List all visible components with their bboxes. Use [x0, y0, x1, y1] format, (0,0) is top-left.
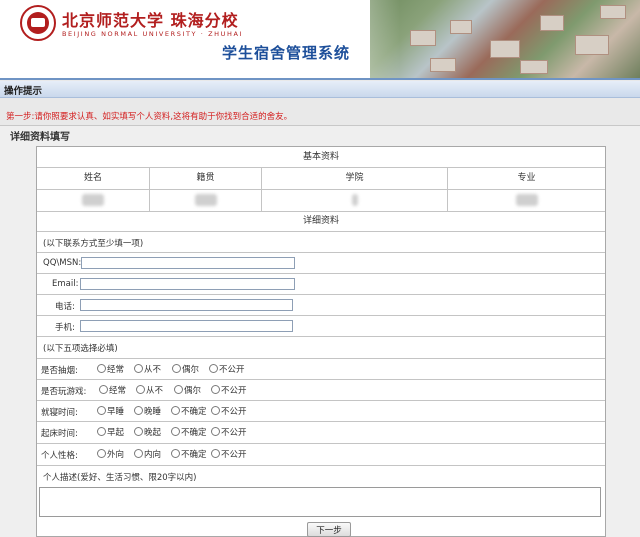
phone-row: 电话: — [37, 295, 605, 316]
gaming-option-sometimes[interactable]: 偶尔 — [174, 384, 201, 396]
personality-label: 个人性格: — [41, 451, 78, 461]
bedtime-option-private[interactable]: 不公开 — [211, 405, 247, 417]
basic-info-title: 基本资料 — [37, 147, 605, 168]
gaming-label: 是否玩游戏: — [41, 387, 87, 397]
qq-msn-label: QQ\MSN: — [43, 258, 82, 268]
radio-icon[interactable] — [97, 449, 106, 458]
contact-hint-row: (以下联系方式至少填一项) — [37, 232, 605, 253]
qq-msn-row: QQ\MSN: — [37, 253, 605, 274]
operation-tip-title: 操作提示 — [4, 86, 43, 97]
university-seal-logo — [20, 5, 56, 41]
section-title: 详细资料填写 — [10, 132, 70, 143]
radio-icon[interactable] — [171, 406, 180, 415]
description-textarea[interactable] — [39, 487, 601, 517]
email-input[interactable] — [80, 278, 295, 290]
radio-icon[interactable] — [211, 427, 220, 436]
qq-msn-input[interactable] — [81, 257, 295, 269]
operation-tip-bar: 操作提示 — [0, 81, 640, 98]
bedtime-option-late[interactable]: 晚睡 — [134, 405, 161, 417]
waketime-option-early[interactable]: 早起 — [97, 426, 124, 438]
radio-icon[interactable] — [172, 364, 181, 373]
major-value-redacted — [448, 190, 605, 211]
choice-hint: (以下五项选择必填) — [43, 344, 118, 354]
email-label: Email: — [52, 279, 79, 289]
gaming-option-private[interactable]: 不公开 — [211, 384, 247, 396]
hometown-value-redacted — [150, 190, 262, 211]
radio-icon[interactable] — [134, 449, 143, 458]
gaming-option-never[interactable]: 从不 — [136, 384, 163, 396]
column-header-hometown: 籍贯 — [150, 168, 262, 189]
banner-fade — [300, 0, 400, 80]
smoking-row: 是否抽烟: 经常 从不 偶尔 不公开 — [37, 359, 605, 380]
waketime-option-private[interactable]: 不公开 — [211, 426, 247, 438]
radio-icon[interactable] — [211, 449, 220, 458]
mobile-row: 手机: — [37, 316, 605, 337]
detail-info-title: 详细资料 — [37, 212, 605, 232]
radio-icon[interactable] — [174, 385, 183, 394]
smoking-label: 是否抽烟: — [41, 366, 78, 376]
waketime-label: 起床时间: — [41, 429, 78, 439]
gaming-row: 是否玩游戏: 经常 从不 偶尔 不公开 — [37, 380, 605, 401]
description-label-row: 个人描述(爱好、生活习惯、限20字以内) — [37, 466, 605, 487]
personality-option-unsure[interactable]: 不确定 — [171, 448, 207, 460]
radio-icon[interactable] — [97, 364, 106, 373]
radio-icon[interactable] — [171, 449, 180, 458]
mobile-input[interactable] — [80, 320, 293, 332]
contact-hint: (以下联系方式至少填一项) — [43, 239, 144, 249]
bedtime-option-unsure[interactable]: 不确定 — [171, 405, 207, 417]
radio-icon[interactable] — [134, 427, 143, 436]
radio-icon[interactable] — [211, 385, 220, 394]
smoking-option-often[interactable]: 经常 — [97, 363, 124, 375]
bedtime-label: 就寝时间: — [41, 408, 78, 418]
radio-icon[interactable] — [134, 406, 143, 415]
phone-input[interactable] — [80, 299, 293, 311]
operation-tip-text: 第一步:请你照要求认真、如实填写个人资料,这将有助于你找到合适的舍友。 — [6, 112, 293, 122]
campus-photo — [370, 0, 640, 80]
email-row: Email: — [37, 274, 605, 295]
detail-form: 基本资料 姓名 籍贯 学院 专业 详细资料 (以下联系方式至少填一项) QQ\M… — [36, 146, 606, 537]
waketime-option-unsure[interactable]: 不确定 — [171, 426, 207, 438]
next-step-button[interactable]: 下一步 — [307, 522, 351, 537]
smoking-option-private[interactable]: 不公开 — [209, 363, 245, 375]
description-label: 个人描述(爱好、生活习惯、限20字以内) — [43, 473, 197, 483]
column-header-major: 专业 — [517, 173, 536, 183]
bedtime-option-early[interactable]: 早睡 — [97, 405, 124, 417]
smoking-option-never[interactable]: 从不 — [134, 363, 161, 375]
radio-icon[interactable] — [211, 406, 220, 415]
waketime-row: 起床时间: 早起 晚起 不确定 不公开 — [37, 422, 605, 444]
radio-icon[interactable] — [99, 385, 108, 394]
column-header-name: 姓名 — [37, 168, 150, 189]
personality-option-private[interactable]: 不公开 — [211, 448, 247, 460]
basic-info-header-row: 姓名 籍贯 学院 专业 — [37, 168, 605, 190]
university-name-en: BEIJING NORMAL UNIVERSITY · ZHUHAI — [62, 30, 244, 38]
waketime-option-late[interactable]: 晚起 — [134, 426, 161, 438]
university-name: 北京师范大学 珠海分校 — [62, 11, 239, 30]
system-title: 学生宿舍管理系统 — [222, 44, 351, 62]
basic-info-value-row — [37, 190, 605, 212]
column-header-college: 学院 — [262, 168, 448, 189]
radio-icon[interactable] — [171, 427, 180, 436]
radio-icon[interactable] — [97, 427, 106, 436]
radio-icon[interactable] — [134, 364, 143, 373]
header-divider — [0, 78, 640, 80]
bedtime-row: 就寝时间: 早睡 晚睡 不确定 不公开 — [37, 401, 605, 422]
mobile-label: 手机: — [55, 323, 75, 333]
personality-option-introvert[interactable]: 内向 — [134, 448, 161, 460]
gaming-option-often[interactable]: 经常 — [99, 384, 126, 396]
radio-icon[interactable] — [136, 385, 145, 394]
radio-icon[interactable] — [97, 406, 106, 415]
page-header: 北京师范大学 珠海分校 BEIJING NORMAL UNIVERSITY · … — [0, 0, 640, 80]
smoking-option-sometimes[interactable]: 偶尔 — [172, 363, 199, 375]
personality-option-extrovert[interactable]: 外向 — [97, 448, 124, 460]
name-value-redacted — [37, 190, 150, 211]
college-value-redacted — [262, 190, 448, 211]
choice-hint-row: (以下五项选择必填) — [37, 337, 605, 359]
personality-row: 个人性格: 外向 内向 不确定 不公开 — [37, 444, 605, 466]
phone-label: 电话: — [55, 302, 75, 312]
radio-icon[interactable] — [209, 364, 218, 373]
